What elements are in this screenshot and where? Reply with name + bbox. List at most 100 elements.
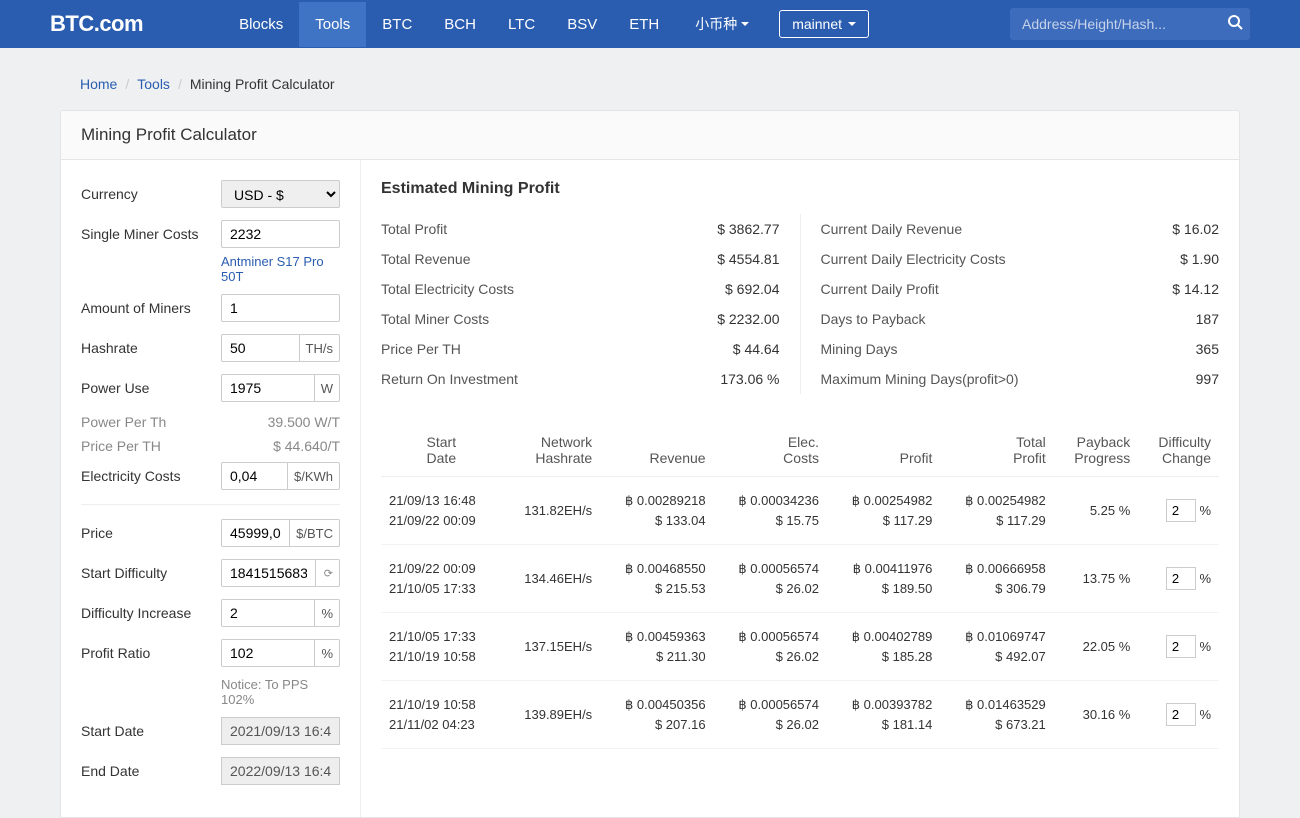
- price-label: Price: [81, 525, 221, 541]
- date-cell: 21/10/05 17:3321/10/19 10:58: [381, 613, 502, 681]
- total-profit-cell: ฿ 0.01069747$ 492.07: [940, 613, 1053, 681]
- nav-bsv[interactable]: BSV: [551, 2, 613, 47]
- stat-value: 187: [1196, 311, 1219, 327]
- nav-eth[interactable]: ETH: [613, 2, 675, 47]
- elec-cell: ฿ 0.00056574$ 26.02: [714, 545, 827, 613]
- search-input[interactable]: [1010, 10, 1215, 38]
- payback-cell: 30.16 %: [1054, 681, 1139, 749]
- col-header: Revenue: [600, 424, 713, 477]
- diffinc-input[interactable]: [221, 599, 315, 627]
- search-button[interactable]: [1215, 14, 1255, 35]
- breadcrumb-tools[interactable]: Tools: [137, 76, 170, 92]
- nav-btc[interactable]: BTC: [366, 2, 428, 47]
- diff-change-input[interactable]: [1166, 703, 1196, 726]
- elec-cell: ฿ 0.00056574$ 26.02: [714, 613, 827, 681]
- startdate-input[interactable]: [221, 717, 340, 745]
- breadcrumb-current: Mining Profit Calculator: [190, 76, 335, 92]
- pps-notice: Notice: To PPS 102%: [221, 677, 340, 707]
- table-row: 21/09/13 16:4821/09/22 00:09131.82EH/s ฿ …: [381, 477, 1219, 545]
- chevron-down-icon: [741, 22, 749, 26]
- power-input[interactable]: [221, 374, 315, 402]
- miner-cost-input[interactable]: [221, 220, 340, 248]
- diff-change-cell: %: [1138, 613, 1219, 681]
- col-header: DifficultyChange: [1138, 424, 1219, 477]
- miner-model-link[interactable]: Antminer S17 Pro 50T: [221, 254, 340, 284]
- price-unit: $/BTC: [290, 519, 340, 547]
- search-icon: [1227, 14, 1243, 30]
- stat-value: $ 2232.00: [717, 311, 779, 327]
- col-header: TotalProfit: [940, 424, 1053, 477]
- diffinc-label: Difficulty Increase: [81, 605, 221, 621]
- hashrate-cell: 137.15EH/s: [502, 613, 601, 681]
- profit-unit: %: [315, 639, 340, 667]
- col-header: StartDate: [381, 424, 502, 477]
- stat-label: Return On Investment: [381, 371, 518, 387]
- stat-value: $ 4554.81: [717, 251, 779, 267]
- stat-label: Current Daily Revenue: [821, 221, 963, 237]
- nav-blocks[interactable]: Blocks: [223, 2, 299, 47]
- elec-label: Electricity Costs: [81, 468, 221, 484]
- hashrate-cell: 139.89EH/s: [502, 681, 601, 749]
- power-label: Power Use: [81, 380, 221, 396]
- diff-change-cell: %: [1138, 545, 1219, 613]
- logo[interactable]: BTC.com: [50, 11, 143, 37]
- elec-input[interactable]: [221, 462, 288, 490]
- diff-input[interactable]: [221, 559, 316, 587]
- header: BTC.com BlocksToolsBTCBCHLTCBSVETH 小币种 m…: [0, 0, 1300, 48]
- search-box: [1010, 8, 1250, 40]
- currency-select[interactable]: USD - $: [221, 180, 340, 208]
- stat-value: $ 692.04: [725, 281, 780, 297]
- payback-cell: 22.05 %: [1054, 613, 1139, 681]
- hashrate-label: Hashrate: [81, 340, 221, 356]
- price-per-th-label: Price Per TH: [81, 438, 161, 454]
- currency-label: Currency: [81, 186, 221, 202]
- profit-cell: ฿ 0.00393782$ 181.14: [827, 681, 940, 749]
- elec-cell: ฿ 0.00034236$ 15.75: [714, 477, 827, 545]
- breakdown-table: StartDateNetworkHashrateRevenueElec.Cost…: [381, 424, 1219, 749]
- revenue-cell: ฿ 0.00468550$ 215.53: [600, 545, 713, 613]
- hashrate-cell: 131.82EH/s: [502, 477, 601, 545]
- amount-input[interactable]: [221, 294, 340, 322]
- stat-value: $ 3862.77: [717, 221, 779, 237]
- breadcrumb-home[interactable]: Home: [80, 76, 117, 92]
- stat-label: Maximum Mining Days(profit>0): [821, 371, 1019, 387]
- enddate-input[interactable]: [221, 757, 340, 785]
- diff-change-input[interactable]: [1166, 635, 1196, 658]
- table-row: 21/10/05 17:3321/10/19 10:58137.15EH/s฿ …: [381, 613, 1219, 681]
- stat-label: Days to Payback: [821, 311, 926, 327]
- stat-label: Current Daily Profit: [821, 281, 939, 297]
- profit-cell: ฿ 0.00254982$ 117.29: [827, 477, 940, 545]
- nav-tools[interactable]: Tools: [299, 2, 366, 47]
- diff-change-input[interactable]: [1166, 499, 1196, 522]
- startdate-label: Start Date: [81, 723, 221, 739]
- nav-bch[interactable]: BCH: [428, 2, 492, 47]
- diff-change-input[interactable]: [1166, 567, 1196, 590]
- settings-panel: CurrencyUSD - $ Single Miner Costs Antmi…: [61, 160, 361, 817]
- stat-value: $ 14.12: [1172, 281, 1219, 297]
- stat-label: Mining Days: [821, 341, 898, 357]
- payback-cell: 13.75 %: [1054, 545, 1139, 613]
- diff-label: Start Difficulty: [81, 565, 221, 581]
- stat-value: $ 16.02: [1172, 221, 1219, 237]
- col-header: NetworkHashrate: [502, 424, 601, 477]
- price-input[interactable]: [221, 519, 290, 547]
- nav-ltc[interactable]: LTC: [492, 2, 551, 47]
- diff-reset-button[interactable]: ⟳: [316, 559, 340, 587]
- revenue-cell: ฿ 0.00450356$ 207.16: [600, 681, 713, 749]
- date-cell: 21/09/13 16:4821/09/22 00:09: [381, 477, 502, 545]
- small-coins-dropdown[interactable]: 小币种: [695, 14, 749, 34]
- revenue-cell: ฿ 0.00459363$ 211.30: [600, 613, 713, 681]
- stat-value: 365: [1196, 341, 1219, 357]
- stat-value: 173.06 %: [720, 371, 779, 387]
- table-row: 21/09/22 00:0921/10/05 17:33134.46EH/s฿ …: [381, 545, 1219, 613]
- hashrate-input[interactable]: [221, 334, 300, 362]
- amount-label: Amount of Miners: [81, 300, 221, 316]
- profit-input[interactable]: [221, 639, 315, 667]
- col-header: PaybackProgress: [1054, 424, 1139, 477]
- stat-label: Total Revenue: [381, 251, 471, 267]
- network-selector[interactable]: mainnet: [779, 10, 869, 38]
- results-panel: Estimated Mining Profit Total Profit$ 38…: [361, 160, 1239, 817]
- elec-cell: ฿ 0.00056574$ 26.02: [714, 681, 827, 749]
- elec-unit: $/KWh: [288, 462, 340, 490]
- power-per-th-value: 39.500 W/T: [268, 414, 340, 430]
